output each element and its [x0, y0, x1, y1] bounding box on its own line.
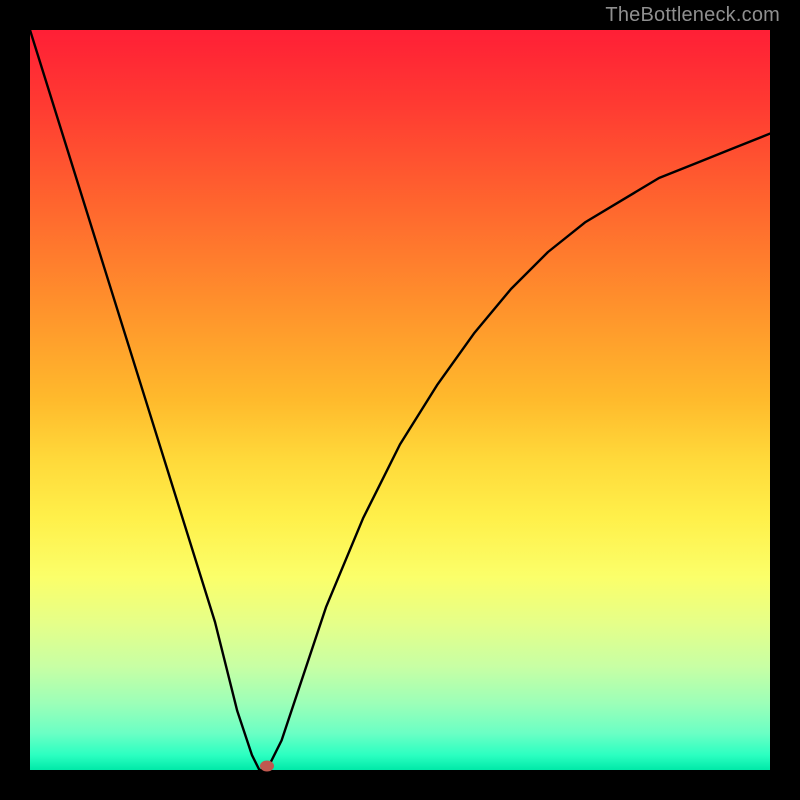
chart-frame: TheBottleneck.com [0, 0, 800, 800]
watermark-text: TheBottleneck.com [605, 4, 780, 27]
optimum-marker [260, 761, 274, 772]
bottleneck-curve [30, 30, 770, 770]
curve-path [30, 30, 770, 770]
